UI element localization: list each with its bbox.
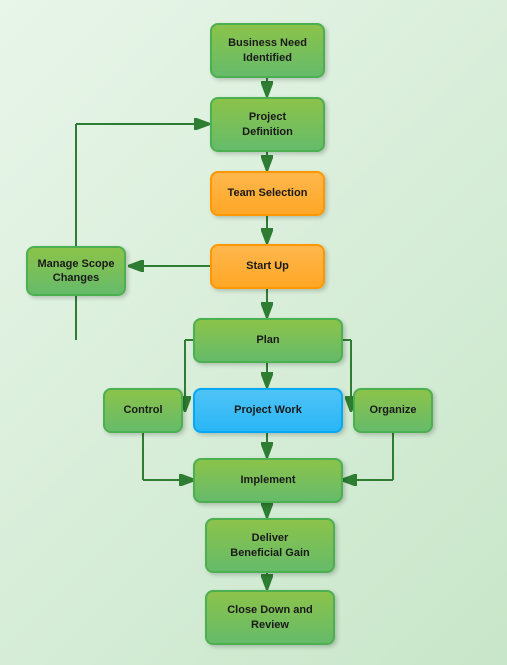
project-definition-node: ProjectDefinition <box>210 97 325 152</box>
project-def-label: ProjectDefinition <box>242 110 293 139</box>
control-node: Control <box>103 388 183 433</box>
business-need-node: Business NeedIdentified <box>210 23 325 78</box>
organize-node: Organize <box>353 388 433 433</box>
business-need-label: Business NeedIdentified <box>228 36 307 65</box>
close-down-node: Close Down andReview <box>205 590 335 645</box>
project-work-label: Project Work <box>234 403 302 417</box>
control-label: Control <box>123 403 162 417</box>
plan-node: Plan <box>193 318 343 363</box>
team-selection-label: Team Selection <box>228 186 308 200</box>
implement-node: Implement <box>193 458 343 503</box>
deliver-label: DeliverBeneficial Gain <box>230 531 309 560</box>
manage-scope-label: Manage ScopeChanges <box>37 257 114 286</box>
start-up-label: Start Up <box>246 259 289 273</box>
diagram: Business NeedIdentified ProjectDefinitio… <box>0 0 507 665</box>
team-selection-node: Team Selection <box>210 171 325 216</box>
plan-label: Plan <box>256 333 279 347</box>
implement-label: Implement <box>240 473 295 487</box>
project-work-node: Project Work <box>193 388 343 433</box>
organize-label: Organize <box>369 403 416 417</box>
manage-scope-node: Manage ScopeChanges <box>26 246 126 296</box>
deliver-node: DeliverBeneficial Gain <box>205 518 335 573</box>
start-up-node: Start Up <box>210 244 325 289</box>
close-down-label: Close Down andReview <box>227 603 313 632</box>
